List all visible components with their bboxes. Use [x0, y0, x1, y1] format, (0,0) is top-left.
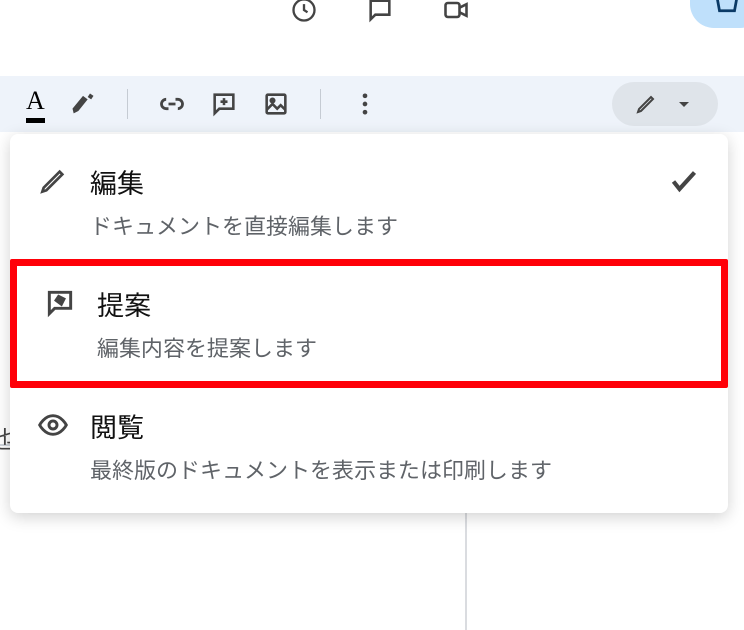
menu-item-edit[interactable]: 編集 ドキュメントを直接編集します	[10, 144, 728, 259]
top-icons-row	[290, 0, 470, 24]
add-comment-button[interactable]	[210, 90, 238, 118]
suggest-icon	[43, 286, 77, 320]
share-button[interactable]	[690, 0, 744, 28]
video-icon[interactable]	[442, 0, 470, 24]
highlight-button[interactable]	[69, 90, 97, 118]
pencil-icon	[634, 92, 658, 116]
menu-item-title: 閲覧	[90, 406, 702, 445]
editing-mode-button[interactable]	[612, 82, 718, 126]
menu-item-desc: 編集内容を提案します	[97, 331, 695, 363]
editing-mode-dropdown: 編集 ドキュメントを直接編集します 提案 編集内容を提案します 閲覧 最終版のド…	[10, 134, 728, 513]
menu-item-desc: ドキュメントを直接編集します	[90, 209, 666, 241]
more-options-button[interactable]	[351, 90, 379, 118]
link-button[interactable]	[158, 90, 186, 118]
history-icon[interactable]	[290, 0, 318, 24]
menu-item-title: 編集	[90, 162, 666, 201]
toolbar: A	[0, 76, 744, 132]
menu-item-title: 提案	[97, 284, 695, 323]
text-color-button[interactable]: A	[26, 86, 45, 123]
eye-icon	[36, 408, 70, 442]
menu-item-suggest[interactable]: 提案 編集内容を提案します	[10, 259, 728, 388]
check-icon	[666, 162, 702, 198]
separator	[127, 89, 128, 119]
insert-image-button[interactable]	[262, 90, 290, 118]
comment-icon[interactable]	[366, 0, 394, 24]
menu-item-view[interactable]: 閲覧 最終版のドキュメントを表示または印刷します	[10, 388, 728, 503]
caret-down-icon	[672, 92, 696, 116]
menu-item-desc: 最終版のドキュメントを表示または印刷します	[90, 453, 702, 485]
separator	[320, 89, 321, 119]
pencil-icon	[36, 164, 70, 198]
text-color-letter: A	[26, 86, 45, 116]
